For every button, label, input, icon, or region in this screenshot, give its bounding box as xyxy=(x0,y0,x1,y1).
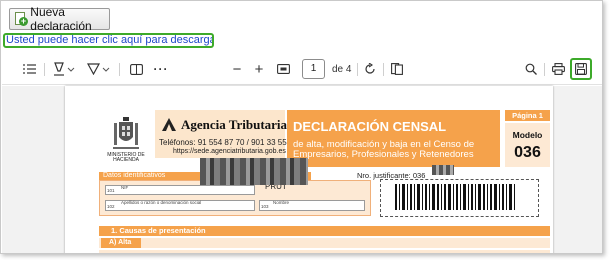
page-view-icon[interactable] xyxy=(388,53,406,85)
modelo-label: Modelo xyxy=(512,130,543,140)
read-aloud-icon[interactable] xyxy=(127,53,145,85)
agency-name: Agencia Tributaria xyxy=(181,117,288,132)
section-header-causas: 1. Causas de presentación xyxy=(99,226,550,236)
declaration-subtitle: de alta, modificación y baja en el Censo… xyxy=(293,139,475,160)
pdf-viewer[interactable]: MINISTERIO DE HACIENDA Agencia Tributari… xyxy=(2,86,602,253)
agency-logo-icon xyxy=(162,118,176,131)
nif-field-label: NIF xyxy=(121,185,129,190)
pdf-toolbar: ··· − + 1 de 4 xyxy=(2,53,602,85)
zoom-in-icon[interactable]: + xyxy=(251,53,267,85)
new-document-icon: + xyxy=(14,12,28,26)
rotate-icon[interactable] xyxy=(361,53,379,85)
alta-row xyxy=(99,238,550,248)
page-label: Página 1 xyxy=(505,110,550,121)
nif-field-number: 101 xyxy=(107,188,115,193)
agency-phones: Teléfonos: 91 554 87 70 / 901 33 55 33 xyxy=(159,138,298,147)
nombre-field-number: 103 xyxy=(261,204,269,209)
page-count-label: de 4 xyxy=(332,64,352,75)
vertical-scrollbar[interactable] xyxy=(595,86,602,253)
declaration-title: DECLARACIÓN CENSAL xyxy=(293,119,447,134)
nombre-field-label: Nombre xyxy=(273,200,290,205)
page-number-input[interactable]: 1 xyxy=(302,59,325,79)
save-button[interactable] xyxy=(570,58,592,80)
redaction-block xyxy=(200,158,308,185)
coat-of-arms-icon xyxy=(113,117,139,149)
new-declaration-label: Nueva declaración xyxy=(30,5,92,33)
print-icon[interactable] xyxy=(549,53,567,85)
zoom-out-icon[interactable]: − xyxy=(229,53,245,85)
download-pdf-link[interactable]: Usted puede hacer clic aquí para descarg… xyxy=(3,33,214,48)
name-field-label: Apellidos o razón o denominación social xyxy=(121,200,202,205)
alta-label: A) Alta xyxy=(101,238,141,248)
highlight-chevron-icon[interactable] xyxy=(66,53,76,85)
new-declaration-button[interactable]: + Nueva declaración xyxy=(9,5,110,33)
name-field-number: 102 xyxy=(107,204,115,209)
pdf-page: MINISTERIO DE HACIENDA Agencia Tributari… xyxy=(65,86,553,253)
draw-icon[interactable] xyxy=(84,53,102,85)
search-icon[interactable] xyxy=(522,53,540,85)
contents-icon[interactable] xyxy=(20,53,38,85)
ministry-label: MINISTERIO DE HACIENDA xyxy=(107,152,145,163)
redaction-block xyxy=(432,165,454,175)
barcode-icon xyxy=(395,184,515,210)
draw-chevron-icon[interactable] xyxy=(101,53,111,85)
more-icon[interactable]: ··· xyxy=(152,53,170,85)
app-window: + Nueva declaración Usted puede hacer cl… xyxy=(0,0,603,254)
modelo-number: 036 xyxy=(514,144,541,161)
agency-website: https://sede.agenciatributaria.gob.es xyxy=(173,148,286,155)
fit-page-icon[interactable] xyxy=(274,53,292,85)
save-icon xyxy=(575,63,587,75)
alta-row-bottom xyxy=(99,250,550,253)
